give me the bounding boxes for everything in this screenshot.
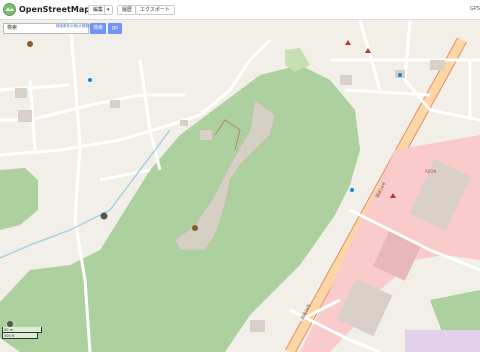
map-canvas[interactable]: AEON 国道16号 国道16号	[0, 20, 480, 352]
osm-logo-icon	[3, 3, 16, 16]
header-bar: OpenStreetMap 編集 ▾ 履歴 エクスポート GPS	[0, 0, 480, 20]
scale-imperial: 300 ft	[2, 333, 38, 339]
poi-bus-stop-icon-2	[398, 73, 402, 77]
logo[interactable]: OpenStreetMap	[3, 3, 90, 16]
aeon-label: AEON	[425, 169, 436, 174]
poi-castle-icon	[192, 225, 198, 231]
poi-bus-stop-icon-3	[88, 78, 92, 82]
poi-bus-stop-icon	[350, 188, 354, 192]
forest-area-west	[0, 168, 38, 230]
export-button[interactable]: エクスポート	[135, 5, 175, 15]
poi-shrine-icon	[100, 212, 108, 220]
scale-bar: 50 m 300 ft	[2, 327, 42, 339]
search-hint: 検索条件の例(大阪駅)	[56, 24, 91, 28]
school-area	[405, 330, 480, 352]
search-button[interactable]: 検索	[90, 23, 106, 34]
history-button[interactable]: 履歴	[117, 5, 138, 15]
gps-traces-link[interactable]: GPS	[470, 6, 480, 12]
poi-temple-icon	[27, 41, 33, 47]
go-button[interactable]: go	[108, 23, 122, 34]
app-title: OpenStreetMap	[19, 5, 90, 14]
edit-dropdown-button[interactable]: ▾	[104, 5, 113, 15]
